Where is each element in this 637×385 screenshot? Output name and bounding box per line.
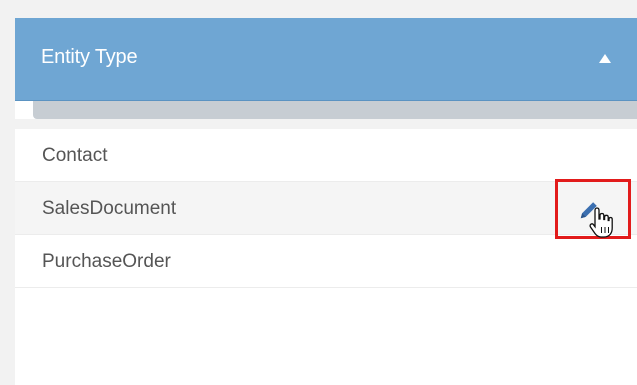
divider <box>15 119 637 129</box>
entity-type-list: Contact SalesDocument PurchaseOrder <box>15 129 637 288</box>
list-item-purchaseorder[interactable]: PurchaseOrder <box>15 235 637 288</box>
list-item-label: SalesDocument <box>42 198 177 219</box>
panel-header[interactable]: Entity Type <box>15 18 637 101</box>
list-item-label: PurchaseOrder <box>42 251 171 272</box>
header-subbar <box>33 101 637 119</box>
list-item-contact[interactable]: Contact <box>15 129 637 182</box>
entity-type-panel: Entity Type Contact SalesDocument Purcha… <box>15 18 637 385</box>
edit-button-highlight[interactable] <box>555 179 631 239</box>
caret-up-icon[interactable] <box>599 54 611 63</box>
panel-title: Entity Type <box>41 46 138 68</box>
list-item-salesdocument[interactable]: SalesDocument <box>15 179 637 239</box>
list-item-label: Contact <box>42 145 108 166</box>
